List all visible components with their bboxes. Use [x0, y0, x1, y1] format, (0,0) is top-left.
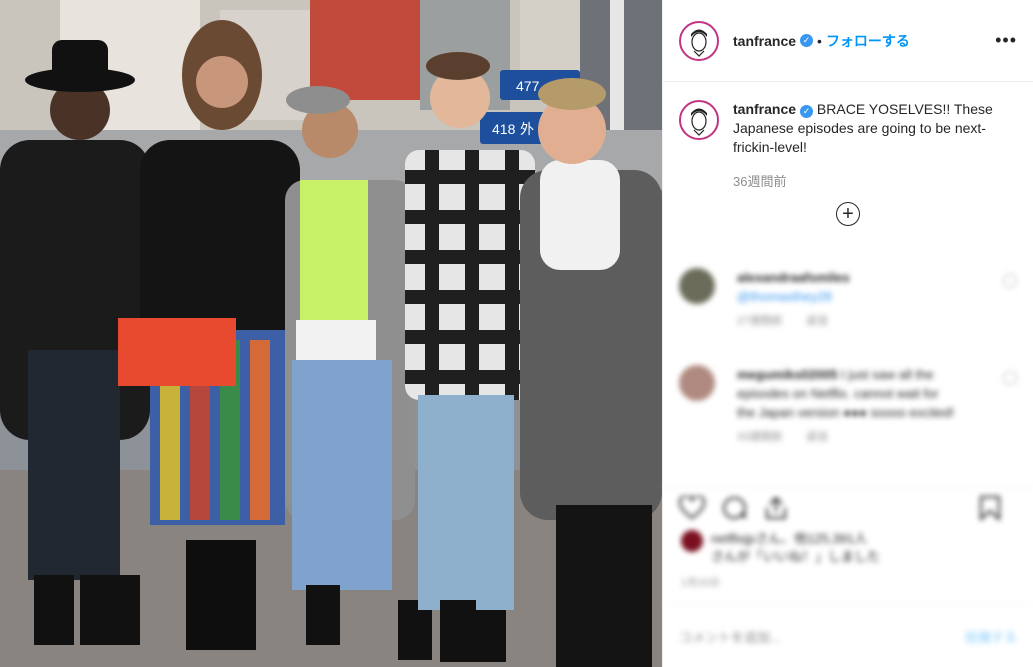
verified-badge-icon: ✓ — [800, 34, 814, 47]
comment-item: megumiks02005 I just saw all the episode… — [663, 359, 1033, 453]
load-more-comments-icon[interactable]: + — [836, 202, 860, 226]
liker-avatar[interactable] — [681, 530, 703, 552]
more-options-icon[interactable]: ••• — [995, 30, 1017, 51]
comment-username[interactable]: alexandraafsmiles — [737, 270, 850, 285]
bookmark-icon[interactable] — [979, 495, 1001, 521]
group-photo-illustration: 477 418 外 — [0, 0, 662, 667]
post-time[interactable]: 36週間前 — [733, 171, 1033, 190]
caption-text-block: tanfrance ✓ BRACE YOSELVES!! These Japane… — [733, 100, 1017, 157]
likes-line-2: さんが「いいね！」しました — [711, 549, 881, 564]
header-separator: • — [817, 32, 822, 49]
comment-icon[interactable] — [721, 496, 747, 520]
sign-418: 418 — [492, 121, 516, 137]
caption-username[interactable]: tanfrance — [733, 101, 796, 117]
comment-username[interactable]: megumiks02005 — [737, 367, 837, 382]
caption-avatar[interactable] — [679, 100, 719, 140]
share-icon[interactable] — [763, 496, 789, 520]
post-photo[interactable]: 477 418 外 — [0, 0, 662, 667]
follow-button[interactable]: フォローする — [826, 31, 910, 51]
post-actions-bar — [663, 486, 1033, 528]
add-comment-bar: コメントを追加... 投稿する — [663, 604, 1033, 667]
cartoon-face-icon — [684, 25, 714, 57]
cartoon-face-icon — [684, 105, 714, 136]
comment-time: 27週間前 — [737, 315, 783, 327]
author-username[interactable]: tanfrance — [733, 33, 796, 49]
post-date: 1月20日 — [681, 578, 721, 589]
author-avatar[interactable] — [679, 20, 719, 61]
comment-item: alexandraafsmiles @thomasthey28 27週間前 返信 — [663, 262, 1033, 337]
comment-input[interactable]: コメントを追加... — [679, 627, 781, 646]
post-header: tanfrance ✓ • フォローする ••• — [663, 0, 1033, 82]
comment-like-icon[interactable] — [1003, 371, 1017, 385]
post-comment-button[interactable]: 投稿する — [965, 627, 1017, 646]
reply-button[interactable]: 返信 — [806, 315, 828, 327]
post-side-panel: tanfrance ✓ • フォローする ••• tanfrance ✓ BRAC… — [662, 0, 1033, 667]
reply-button[interactable]: 返信 — [806, 431, 828, 443]
comment-time: 33週間前 — [737, 431, 783, 443]
sign-gai: 外 — [520, 121, 534, 137]
likes-summary: netflixjpさん、他125,391人 さんが「いいね！」しました — [681, 530, 880, 566]
comments-list: alexandraafsmiles @thomasthey28 27週間前 返信 … — [663, 262, 1033, 453]
verified-badge-icon: ✓ — [800, 105, 814, 118]
likes-line-1[interactable]: netflixjpさん、他125,391人 — [711, 530, 880, 548]
sign-477: 477 — [516, 78, 540, 94]
commenter-avatar[interactable] — [679, 268, 715, 304]
comment-like-icon[interactable] — [1003, 274, 1017, 288]
commenter-avatar[interactable] — [679, 365, 715, 401]
comment-text: @thomasthey28 — [737, 289, 832, 304]
heart-icon[interactable] — [679, 495, 705, 520]
post-caption: tanfrance ✓ BRACE YOSELVES!! These Japane… — [663, 82, 1033, 157]
